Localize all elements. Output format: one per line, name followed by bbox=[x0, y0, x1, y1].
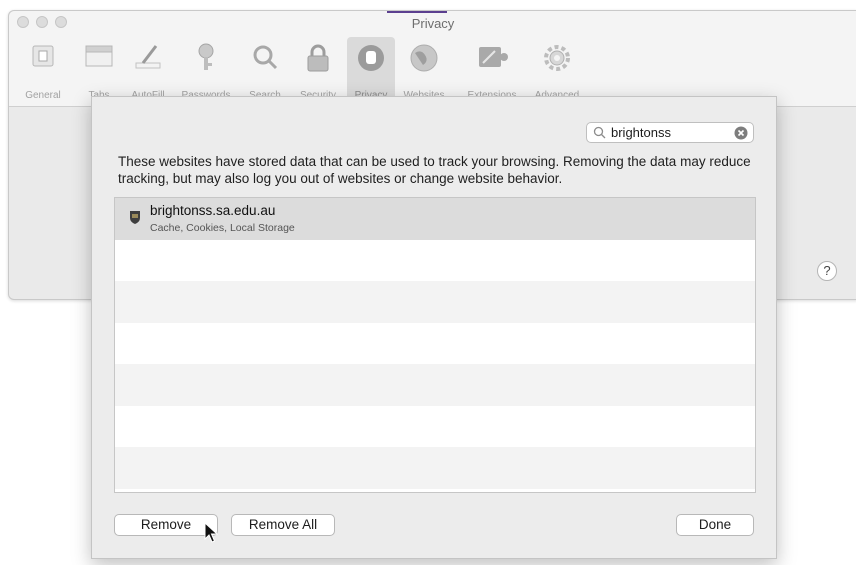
tab-privacy[interactable]: Privacy bbox=[347, 37, 395, 103]
empty-row bbox=[115, 281, 755, 323]
done-button[interactable]: Done bbox=[676, 514, 754, 536]
list-item[interactable]: brightonss.sa.edu.au Cache, Cookies, Loc… bbox=[115, 198, 755, 240]
window-title: Privacy bbox=[411, 16, 455, 31]
tab-general[interactable]: General bbox=[17, 37, 69, 103]
lock-icon bbox=[307, 44, 329, 72]
site-favicon-icon bbox=[130, 211, 140, 224]
empty-row bbox=[115, 447, 755, 489]
empty-row bbox=[115, 406, 755, 448]
tab-passwords[interactable]: Passwords bbox=[175, 37, 237, 103]
tab-tabs[interactable]: Tabs bbox=[81, 37, 117, 103]
gear-icon bbox=[544, 45, 570, 71]
search-icon bbox=[253, 45, 278, 70]
empty-row bbox=[115, 364, 755, 406]
site-data-types: Cache, Cookies, Local Storage bbox=[150, 222, 295, 234]
general-icon bbox=[32, 45, 54, 67]
manage-website-data-sheet: brightonss These websites have stored da… bbox=[91, 96, 777, 559]
tab-search[interactable]: Search bbox=[243, 37, 287, 103]
tab-extensions[interactable]: Extensions bbox=[459, 37, 525, 103]
autofill-icon bbox=[135, 45, 161, 69]
hand-icon bbox=[358, 45, 384, 71]
puzzle-icon bbox=[479, 47, 508, 67]
globe-icon bbox=[410, 44, 438, 72]
sheet-description: These websites have stored data that can… bbox=[118, 154, 751, 186]
key-icon bbox=[198, 43, 214, 70]
tab-general-label: General bbox=[25, 90, 61, 101]
tab-websites[interactable]: Websites bbox=[399, 37, 449, 103]
search-field[interactable]: brightonss bbox=[586, 122, 754, 143]
search-input[interactable]: brightonss bbox=[611, 125, 671, 140]
tab-security[interactable]: Security bbox=[291, 37, 345, 103]
tab-autofill[interactable]: AutoFill bbox=[123, 37, 173, 103]
magnifier-icon bbox=[593, 126, 606, 139]
title-bar: Privacy General Tabs bbox=[9, 11, 856, 107]
clear-search-icon[interactable] bbox=[734, 126, 748, 140]
empty-row bbox=[115, 240, 755, 282]
tab-advanced[interactable]: Advanced bbox=[529, 37, 585, 103]
website-data-list[interactable]: brightonss.sa.edu.au Cache, Cookies, Loc… bbox=[114, 197, 756, 493]
mouse-pointer-icon bbox=[204, 522, 218, 543]
tabs-icon bbox=[85, 45, 113, 67]
remove-button[interactable]: Remove bbox=[114, 514, 218, 536]
help-button[interactable]: ? bbox=[817, 261, 837, 281]
title-accent-bar bbox=[387, 11, 447, 13]
empty-row bbox=[115, 323, 755, 365]
site-domain: brightonss.sa.edu.au bbox=[150, 203, 276, 218]
remove-all-button[interactable]: Remove All bbox=[231, 514, 335, 536]
